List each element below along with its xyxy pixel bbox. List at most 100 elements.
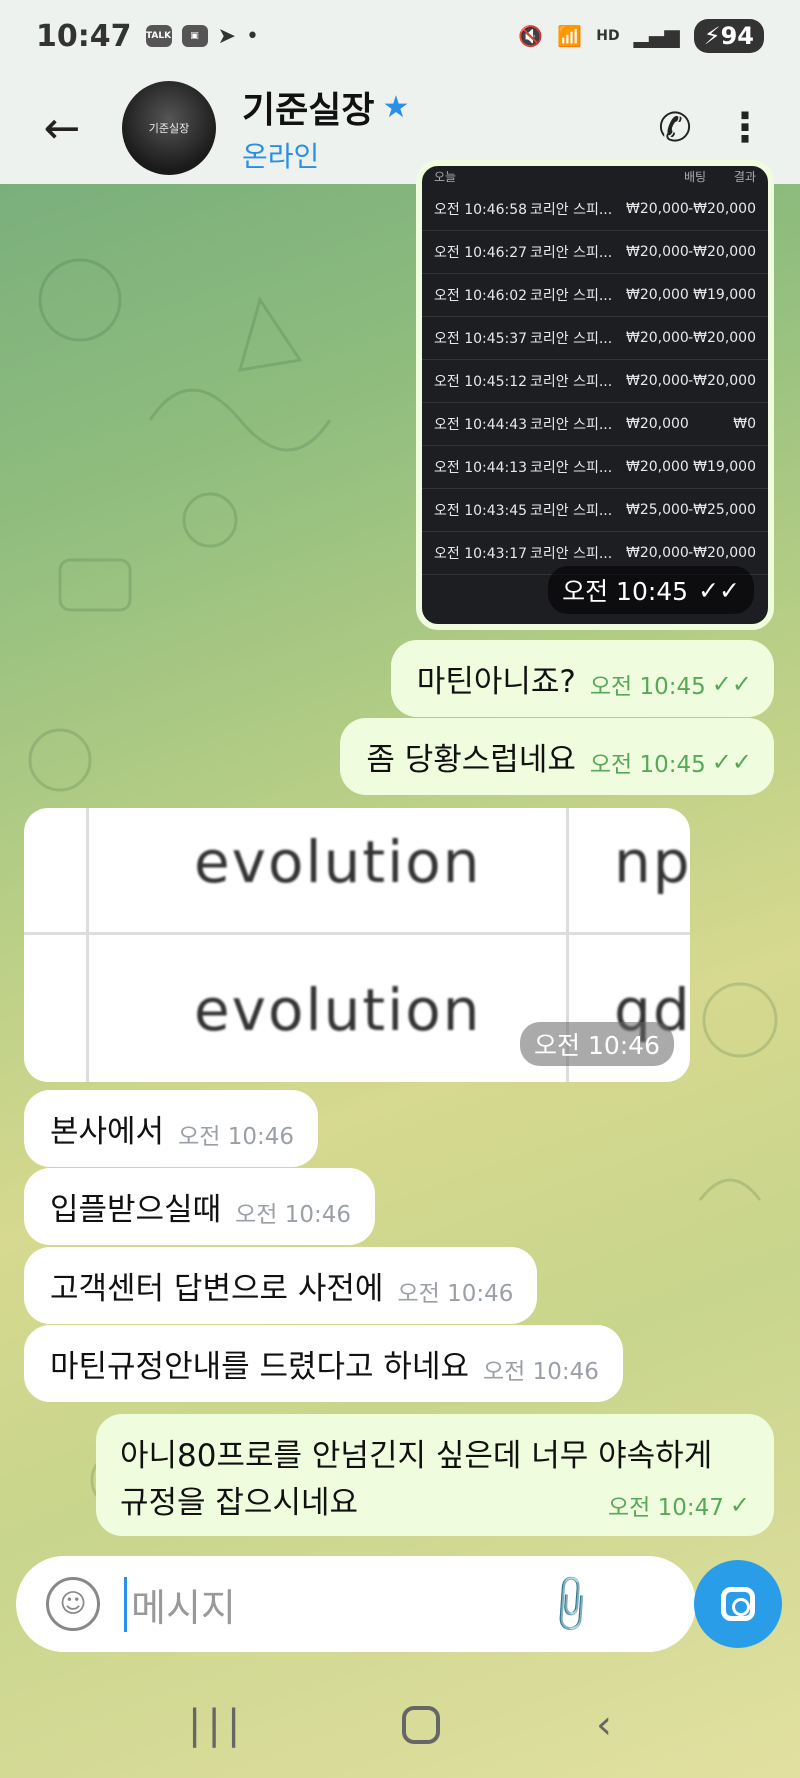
recent-apps-icon[interactable]: ||| <box>188 1702 246 1748</box>
table-divider <box>86 808 89 1082</box>
bet-row: 오전 10:46:02 코리안 스피... ₩20,000 ₩19,000 <box>422 274 768 317</box>
bet-amount: ₩20,000 <box>626 545 689 561</box>
bet-row: 오전 10:45:37 코리안 스피... ₩20,000 -₩20,000 <box>422 317 768 360</box>
phone-icon[interactable]: ✆ <box>640 105 710 151</box>
bet-amount: ₩25,000 <box>626 502 689 518</box>
camera-button[interactable] <box>694 1560 782 1648</box>
message-time: 오전 10:46 <box>483 1359 599 1385</box>
bet-result: -₩20,000 <box>688 330 756 346</box>
bet-header-result: 결과 <box>733 170 756 184</box>
image-timestamp: 오전 10:46 <box>520 1022 674 1066</box>
double-check-icon: ✓✓ <box>698 575 740 605</box>
bet-time: 오전 10:43:17 <box>434 546 528 562</box>
message-composer: ☺ 메시지 📎 <box>16 1556 696 1652</box>
signal-icon: ▂▄▆ <box>633 24 680 48</box>
message-input[interactable]: 메시지 <box>124 1576 546 1632</box>
message-meta: 오전 10:45 ✓✓ <box>590 667 752 701</box>
message-out[interactable]: 아니80프로를 안넘긴지 싶은데 너무 야속하게 규정을 잡으시네요 오전 10… <box>96 1414 774 1536</box>
message-out[interactable]: 좀 당황스럽네요 오전 10:45 ✓✓ <box>340 718 774 795</box>
bet-time: 오전 10:44:43 <box>434 417 528 433</box>
message-time: 오전 10:46 <box>397 1281 514 1307</box>
battery-indicator: ⚡94 <box>693 19 764 53</box>
bet-row: 오전 10:45:12 코리안 스피... ₩20,000 -₩20,000 <box>422 360 768 403</box>
avatar[interactable]: 기준실장 <box>122 81 216 175</box>
double-check-icon: ✓✓ <box>711 748 752 776</box>
bet-result: -₩20,000 <box>688 201 756 217</box>
bet-time: 오전 10:44:13 <box>434 460 528 476</box>
bet-time: 오전 10:43:45 <box>434 503 528 519</box>
evo-cell: np <box>614 828 690 896</box>
message-in[interactable]: 입플받으실때 오전 10:46 <box>24 1168 376 1245</box>
screenshot-icon: ▣ <box>181 25 208 47</box>
chat-title-block[interactable]: 기준실장 ★ 온라인 <box>242 81 409 175</box>
message-text: 마틴아니죠? <box>416 664 576 700</box>
bet-row: 오전 10:44:43 코리안 스피... ₩20,000 ₩0 <box>422 403 768 446</box>
system-nav-bar: ||| ‹ <box>0 1672 800 1778</box>
talk-icon: TALK <box>145 25 172 47</box>
message-time: 오전 10:46 <box>235 1202 352 1228</box>
bet-time: 오전 10:45:12 <box>434 374 528 390</box>
message-text: 입플받으실때 <box>50 1192 222 1228</box>
message-time: 오전 10:45 <box>589 674 706 700</box>
bet-game: 코리안 스피... <box>530 460 613 476</box>
double-check-icon: ✓✓ <box>711 670 752 698</box>
bet-amount: ₩20,000 <box>626 287 689 303</box>
bet-history-image[interactable]: 오늘 배팅 결과 오전 10:46:58 코리안 스피... ₩20,000 -₩20… <box>416 160 774 630</box>
message-text: 본사에서 <box>50 1114 165 1150</box>
message-time: 오전 10:47 <box>607 1495 724 1521</box>
table-divider <box>24 932 690 935</box>
message-text: 마틴규정안내를 드렸다고 하네요 <box>50 1349 469 1385</box>
bet-amount: ₩20,000 <box>626 244 689 260</box>
bet-amount: ₩20,000 <box>626 416 689 432</box>
bet-game: 코리안 스피... <box>530 245 613 261</box>
bet-header-bet: 배팅 <box>684 170 707 184</box>
bet-game: 코리안 스피... <box>530 331 613 347</box>
message-time: 오전 10:45 <box>589 752 706 778</box>
image-timestamp: 오전 10:45 ✓✓ <box>548 566 754 614</box>
back-arrow-icon[interactable]: ← <box>22 88 102 168</box>
message-in[interactable]: 마틴규정안내를 드렸다고 하네요 오전 10:46 <box>24 1325 623 1402</box>
bet-amount: ₩20,000 <box>626 330 689 346</box>
bet-table-rows: 오전 10:46:58 코리안 스피... ₩20,000 -₩20,000 오전 10… <box>422 188 768 575</box>
mute-icon: 🔇 <box>518 24 544 48</box>
hd-voice-icon: HD <box>596 28 620 44</box>
home-icon[interactable] <box>402 1706 441 1744</box>
message-in[interactable]: 고객센터 답변으로 사전에 오전 10:46 <box>24 1247 538 1324</box>
bet-game: 코리안 스피... <box>530 202 613 218</box>
image-time-text: 오전 10:45 <box>562 577 689 606</box>
bet-game: 코리안 스피... <box>530 546 613 562</box>
chat-title: 기준실장 ★ <box>242 81 409 133</box>
back-nav-icon[interactable]: ‹ <box>596 1702 612 1748</box>
message-out[interactable]: 마틴아니죠? 오전 10:45 ✓✓ <box>390 640 774 717</box>
bet-result: -₩20,000 <box>688 244 756 260</box>
bet-row: 오전 10:46:58 코리안 스피... ₩20,000 -₩20,000 <box>422 188 768 231</box>
bet-game: 코리안 스피... <box>530 417 613 433</box>
single-check-icon: ✓ <box>729 1491 750 1519</box>
message-text-line: 아니80프로를 안넘긴지 싶은데 너무 야속하게 <box>120 1438 713 1474</box>
dot-icon: • <box>245 23 259 49</box>
message-text-line: 규정을 잡으시네요 <box>120 1485 359 1521</box>
bet-table-header: 오늘 배팅 결과 <box>422 166 768 188</box>
evo-cell: evolution <box>194 828 482 896</box>
more-menu-icon[interactable]: ⋮ <box>710 105 780 151</box>
paperclip-icon[interactable]: 📎 <box>537 1570 605 1638</box>
bet-game: 코리안 스피... <box>530 288 613 304</box>
bet-amount: ₩20,000 <box>626 373 689 389</box>
bet-result: -₩25,000 <box>688 502 756 518</box>
status-time: 10:47 <box>36 18 132 54</box>
bet-time: 오전 10:46:58 <box>434 202 528 218</box>
emoji-icon[interactable]: ☺ <box>46 1577 100 1631</box>
message-in[interactable]: 본사에서 오전 10:46 <box>24 1090 319 1167</box>
bet-result: ₩19,000 <box>693 287 756 303</box>
avatar-text: 기준실장 <box>148 122 190 135</box>
evo-cell: evolution <box>194 976 482 1044</box>
evolution-image[interactable]: evolution np evolution qd 오전 10:46 <box>24 808 690 1082</box>
wifi-icon: 📶 <box>557 24 583 48</box>
online-status: 온라인 <box>242 140 320 173</box>
camera-icon <box>721 1587 755 1621</box>
status-bar: 10:47 TALK ▣ ➤ • 🔇 📶 HD ▂▄▆ ⚡94 <box>0 0 800 72</box>
bet-time: 오전 10:45:37 <box>434 331 528 347</box>
bet-game: 코리안 스피... <box>530 503 613 519</box>
bet-time: 오전 10:46:27 <box>434 245 528 261</box>
bet-row: 오전 10:44:13 코리안 스피... ₩20,000 ₩19,000 <box>422 446 768 489</box>
